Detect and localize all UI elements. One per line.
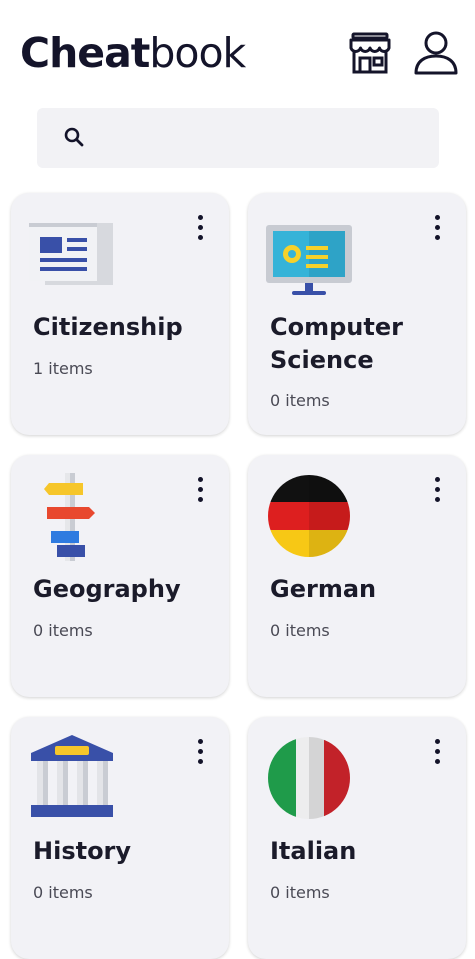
category-title: Computer Science: [270, 313, 403, 374]
category-count: 0 items: [33, 883, 93, 902]
search-icon: [64, 127, 84, 147]
app-header: Cheatbook: [0, 0, 475, 100]
category-title: Italian: [270, 837, 357, 865]
museum-icon: [31, 735, 113, 817]
category-card-history[interactable]: History 0 items: [11, 717, 229, 959]
category-count: 0 items: [33, 621, 93, 640]
category-title: German: [270, 575, 377, 603]
newspaper-icon: [29, 223, 113, 285]
card-menu-button[interactable]: [193, 739, 207, 771]
category-count: 0 items: [270, 621, 330, 640]
category-card-german[interactable]: German 0 items: [248, 455, 466, 697]
monitor-icon: [266, 225, 352, 295]
search-bar[interactable]: [37, 108, 439, 168]
category-count: 0 items: [270, 883, 330, 902]
card-menu-button[interactable]: [430, 477, 444, 509]
search-input[interactable]: [97, 120, 421, 158]
card-menu-button[interactable]: [430, 739, 444, 771]
category-card-italian[interactable]: Italian 0 items: [248, 717, 466, 959]
category-card-computer-science[interactable]: Computer Science 0 items: [248, 193, 466, 435]
category-card-geography[interactable]: Geography 0 items: [11, 455, 229, 697]
category-count: 0 items: [270, 391, 330, 410]
card-menu-button[interactable]: [193, 477, 207, 509]
card-menu-button[interactable]: [193, 215, 207, 247]
signpost-icon: [44, 473, 95, 561]
app-logo: Cheatbook: [20, 28, 246, 78]
card-menu-button[interactable]: [430, 215, 444, 247]
germany-flag-icon: [268, 475, 350, 557]
category-count: 1 items: [33, 359, 93, 378]
logo-bold-text: Cheat: [20, 29, 150, 77]
italy-flag-icon: [268, 737, 350, 819]
category-title: Citizenship: [33, 313, 183, 341]
store-icon[interactable]: [346, 28, 394, 76]
logo-light-text: book: [149, 29, 246, 77]
profile-icon[interactable]: [412, 28, 460, 76]
category-title: History: [33, 837, 132, 865]
category-card-citizenship[interactable]: Citizenship 1 items: [11, 193, 229, 435]
category-title: Geography: [33, 575, 181, 603]
